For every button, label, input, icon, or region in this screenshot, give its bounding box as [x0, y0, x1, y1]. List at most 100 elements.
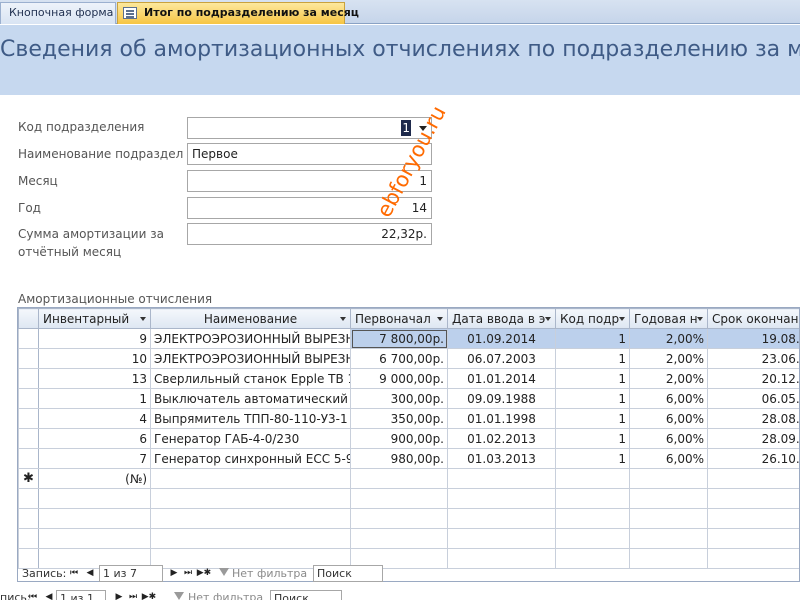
cell-end-date[interactable]: 28.08.20	[707, 408, 799, 429]
row-selector[interactable]	[18, 428, 39, 449]
row-selector[interactable]	[18, 388, 39, 409]
table-row[interactable]: 9 ЭЛЕКТРОЭРОЗИОННЫЙ ВЫРЕЗН 7 800,00р. 01…	[18, 328, 799, 349]
sort-dropdown-icon[interactable]	[437, 317, 443, 321]
cell-name[interactable]: Генератор синхронный ЕСС 5-9	[150, 448, 351, 469]
previous-record-icon[interactable]: ◀	[83, 566, 97, 581]
sum-field[interactable]: 22,32р.	[187, 223, 432, 245]
cell-dept-code[interactable]: 1	[555, 388, 630, 409]
cell-name-new[interactable]	[150, 468, 351, 489]
cell-initial-cost[interactable]: 9 000,00р.	[350, 368, 448, 389]
col-header-inventory[interactable]: Инвентарный	[38, 308, 151, 329]
table-row[interactable]: 13 Сверлильный станок Epple ТВ 1 9 000,0…	[18, 368, 799, 389]
table-row[interactable]: 1 Выключатель автоматический 300,00р. 09…	[18, 388, 799, 409]
cell-dept-code[interactable]: 1	[555, 428, 630, 449]
cell-commission-date[interactable]: 01.03.2013	[447, 448, 556, 469]
row-selector-header[interactable]	[18, 308, 39, 329]
cell-initial-cost-new[interactable]	[350, 468, 448, 489]
main-no-filter-button[interactable]: Нет фильтра	[188, 591, 263, 600]
cell-commission-date[interactable]: 01.01.2014	[447, 368, 556, 389]
cell-inventory[interactable]: 10	[38, 348, 151, 369]
cell-inventory[interactable]: 4	[38, 408, 151, 429]
cell-initial-cost[interactable]: 350,00р.	[350, 408, 448, 429]
first-record-icon[interactable]: ⏮	[67, 566, 81, 581]
cell-initial-cost[interactable]: 6 700,00р.	[350, 348, 448, 369]
cell-dept-code[interactable]: 1	[555, 448, 630, 469]
cell-inventory[interactable]: 13	[38, 368, 151, 389]
cell-name[interactable]: ЭЛЕКТРОЭРОЗИОННЫЙ ВЫРЕЗН	[150, 328, 351, 349]
col-header-end-date[interactable]: Срок окончан	[707, 308, 799, 329]
cell-initial-cost[interactable]: 7 800,00р.	[350, 328, 448, 349]
cell-end-date[interactable]: 20.12.20	[707, 368, 799, 389]
row-selector[interactable]	[18, 368, 39, 389]
row-selector[interactable]	[18, 348, 39, 369]
cell-name[interactable]: Выпрямитель ТПП-80-110-У3-1	[150, 408, 351, 429]
cell-inventory[interactable]: 7	[38, 448, 151, 469]
cell-dept-code-new[interactable]	[555, 468, 630, 489]
cell-annual-rate-new[interactable]	[629, 468, 708, 489]
cell-end-date[interactable]: 23.06.20	[707, 348, 799, 369]
main-previous-record-icon[interactable]: ◀	[42, 590, 56, 600]
cell-inventory[interactable]: 9	[38, 328, 151, 349]
cell-annual-rate[interactable]: 2,00%	[629, 368, 708, 389]
cell-annual-rate[interactable]: 2,00%	[629, 328, 708, 349]
cell-commission-date-new[interactable]	[447, 468, 556, 489]
cell-end-date[interactable]: 06.05.20	[707, 388, 799, 409]
cell-annual-rate[interactable]: 6,00%	[629, 448, 708, 469]
current-record-field[interactable]: 1 из 7	[99, 565, 163, 582]
cell-name[interactable]: Генератор ГАБ-4-0/230	[150, 428, 351, 449]
cell-inventory-new[interactable]: (№)	[38, 468, 151, 489]
cell-commission-date[interactable]: 01.01.1998	[447, 408, 556, 429]
new-record-row[interactable]: ✱ (№)	[18, 468, 799, 489]
cell-commission-date[interactable]: 01.02.2013	[447, 428, 556, 449]
row-selector[interactable]	[18, 328, 39, 349]
tab-monthly-total[interactable]: Итог по подразделению за месяц	[117, 2, 359, 24]
search-input[interactable]: Поиск	[313, 565, 383, 582]
dept-name-field[interactable]: Первое	[187, 143, 432, 165]
main-first-record-icon[interactable]: ⏮	[26, 590, 40, 600]
col-header-initial-cost[interactable]: Первоначал	[350, 308, 448, 329]
table-row[interactable]: 7 Генератор синхронный ЕСС 5-9 980,00р. …	[18, 448, 799, 469]
subform-datasheet[interactable]: Инвентарный Наименование Первоначал Дата…	[17, 307, 800, 582]
new-record-button-icon[interactable]: ▶✱	[195, 566, 213, 581]
cell-dept-code[interactable]: 1	[555, 348, 630, 369]
cell-commission-date[interactable]: 09.09.1988	[447, 388, 556, 409]
cell-initial-cost[interactable]: 900,00р.	[350, 428, 448, 449]
cell-end-date-new[interactable]	[707, 468, 799, 489]
col-header-dept-code[interactable]: Код подр	[555, 308, 630, 329]
tab-switchboard[interactable]: Кнопочная форма	[0, 2, 116, 24]
cell-end-date[interactable]: 19.08.20	[707, 328, 799, 349]
table-row[interactable]: 4 Выпрямитель ТПП-80-110-У3-1 350,00р. 0…	[18, 408, 799, 429]
col-header-commission-date[interactable]: Дата ввода в э	[447, 308, 556, 329]
main-search-input[interactable]: Поиск	[270, 590, 342, 600]
cell-dept-code[interactable]: 1	[555, 328, 630, 349]
cell-annual-rate[interactable]: 6,00%	[629, 408, 708, 429]
next-record-icon[interactable]: ▶	[167, 566, 181, 581]
table-row[interactable]: 10 ЭЛЕКТРОЭРОЗИОННЫЙ ВЫРЕЗН 6 700,00р. 0…	[18, 348, 799, 369]
row-selector[interactable]	[18, 408, 39, 429]
main-next-record-icon[interactable]: ▶	[112, 590, 126, 600]
sort-dropdown-icon[interactable]	[545, 317, 551, 321]
cell-name[interactable]: Сверлильный станок Epple ТВ 1	[150, 368, 351, 389]
cell-name[interactable]: Выключатель автоматический	[150, 388, 351, 409]
cell-annual-rate[interactable]: 6,00%	[629, 428, 708, 449]
main-filter-icon[interactable]	[174, 592, 184, 600]
cell-commission-date[interactable]: 01.09.2014	[447, 328, 556, 349]
cell-annual-rate[interactable]: 6,00%	[629, 388, 708, 409]
last-record-icon[interactable]: ⏭	[181, 566, 195, 581]
cell-annual-rate[interactable]: 2,00%	[629, 348, 708, 369]
table-row[interactable]: 6 Генератор ГАБ-4-0/230 900,00р. 01.02.2…	[18, 428, 799, 449]
dept-code-combo[interactable]: 1	[187, 117, 432, 139]
cell-end-date[interactable]: 28.09.20	[707, 428, 799, 449]
cell-name[interactable]: ЭЛЕКТРОЭРОЗИОННЫЙ ВЫРЕЗН	[150, 348, 351, 369]
sort-dropdown-icon[interactable]	[340, 317, 346, 321]
cell-end-date[interactable]: 26.10.20	[707, 448, 799, 469]
cell-inventory[interactable]: 1	[38, 388, 151, 409]
new-record-icon[interactable]: ✱	[18, 468, 39, 489]
sort-dropdown-icon[interactable]	[697, 317, 703, 321]
cell-dept-code[interactable]: 1	[555, 408, 630, 429]
main-current-record-field[interactable]: 1 из 1	[56, 590, 106, 600]
cell-inventory[interactable]: 6	[38, 428, 151, 449]
sort-dropdown-icon[interactable]	[140, 317, 146, 321]
no-filter-button[interactable]: Нет фильтра	[232, 567, 307, 580]
cell-commission-date[interactable]: 06.07.2003	[447, 348, 556, 369]
